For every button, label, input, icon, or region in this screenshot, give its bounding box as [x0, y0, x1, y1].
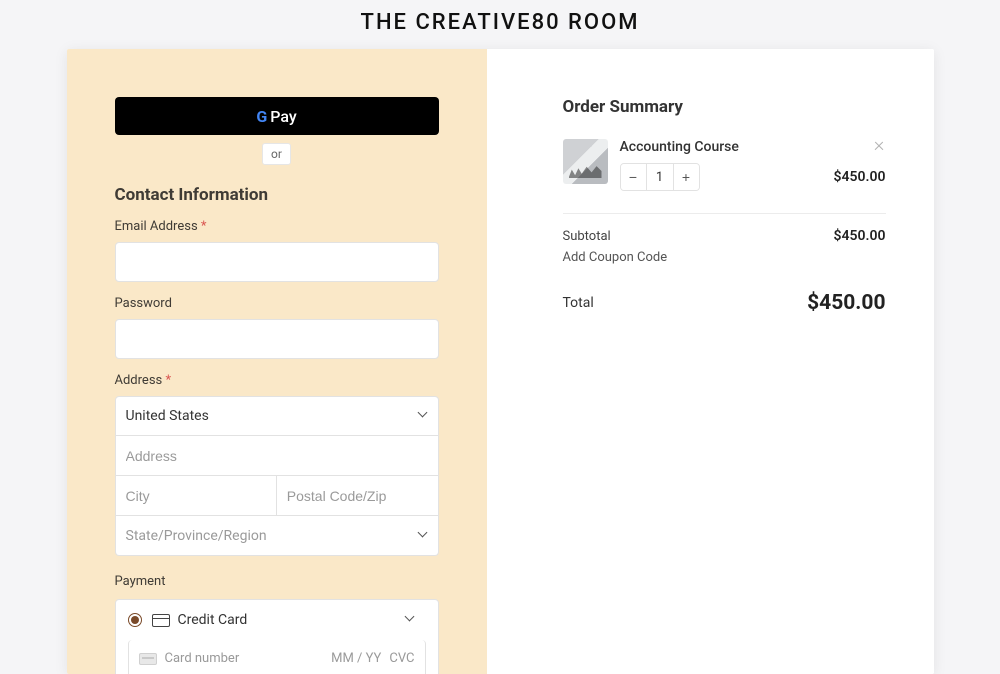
- payment-label: Payment: [115, 574, 439, 589]
- item-name: Accounting Course: [620, 139, 860, 155]
- password-field[interactable]: [115, 319, 439, 359]
- subtotal-value: $450.00: [834, 228, 886, 244]
- subtotal-row: Subtotal $450.00: [563, 228, 886, 244]
- credit-card-icon: [152, 614, 170, 627]
- divider: [563, 213, 886, 214]
- total-value: $450.00: [807, 291, 885, 315]
- order-summary-panel: Order Summary Accounting Course − 1 + $4…: [487, 49, 934, 674]
- card-number-placeholder: Card number: [165, 651, 324, 666]
- card-cvc-placeholder: CVC: [389, 651, 414, 666]
- google-pay-button[interactable]: G Pay: [115, 97, 439, 135]
- subtotal-label: Subtotal: [563, 229, 611, 244]
- address-field[interactable]: [115, 436, 439, 476]
- password-label: Password: [115, 296, 439, 311]
- or-divider: or: [115, 143, 439, 165]
- payment-option-credit-card[interactable]: Credit Card: [116, 600, 438, 640]
- country-select[interactable]: United States: [115, 396, 439, 436]
- item-thumbnail: [563, 139, 608, 184]
- add-coupon-link[interactable]: Add Coupon Code: [563, 250, 886, 265]
- total-label: Total: [563, 295, 594, 311]
- payment-methods: Credit Card Card number MM / YY CVC Cash…: [115, 599, 439, 674]
- country-value: United States: [126, 397, 209, 435]
- credit-card-label: Credit Card: [178, 612, 248, 628]
- checkout-form-panel: G Pay or Contact Information Email Addre…: [67, 49, 487, 674]
- postal-field[interactable]: [277, 476, 439, 516]
- total-row: Total $450.00: [563, 291, 886, 315]
- google-icon: G: [256, 107, 266, 126]
- email-label: Email Address *: [115, 219, 439, 234]
- address-group: United States State/Province/Region: [115, 396, 439, 556]
- remove-item-button[interactable]: [872, 139, 886, 153]
- page-title: THE CREATIVE80 ROOM: [0, 0, 1000, 49]
- required-mark: *: [165, 373, 171, 388]
- address-label: Address *: [115, 373, 439, 388]
- order-item: Accounting Course − 1 + $450.00: [563, 139, 886, 207]
- card-chip-icon: [139, 653, 157, 665]
- city-field[interactable]: [115, 476, 277, 516]
- qty-decrease-button[interactable]: −: [621, 164, 647, 190]
- card-expiry-placeholder: MM / YY: [331, 651, 381, 666]
- item-price: $450.00: [834, 169, 886, 185]
- required-mark: *: [201, 219, 207, 234]
- qty-value: 1: [647, 164, 673, 190]
- or-label: or: [262, 143, 291, 165]
- quantity-stepper: − 1 +: [620, 163, 700, 191]
- card-number-field[interactable]: Card number MM / YY CVC: [128, 640, 426, 674]
- order-summary-title: Order Summary: [563, 97, 886, 117]
- state-select[interactable]: State/Province/Region: [115, 516, 439, 556]
- radio-selected-icon: [128, 613, 142, 627]
- checkout-container: G Pay or Contact Information Email Addre…: [67, 49, 934, 674]
- google-pay-label: Pay: [270, 107, 296, 126]
- state-placeholder: State/Province/Region: [126, 516, 267, 555]
- qty-increase-button[interactable]: +: [673, 164, 699, 190]
- contact-info-heading: Contact Information: [115, 185, 439, 205]
- email-field[interactable]: [115, 242, 439, 282]
